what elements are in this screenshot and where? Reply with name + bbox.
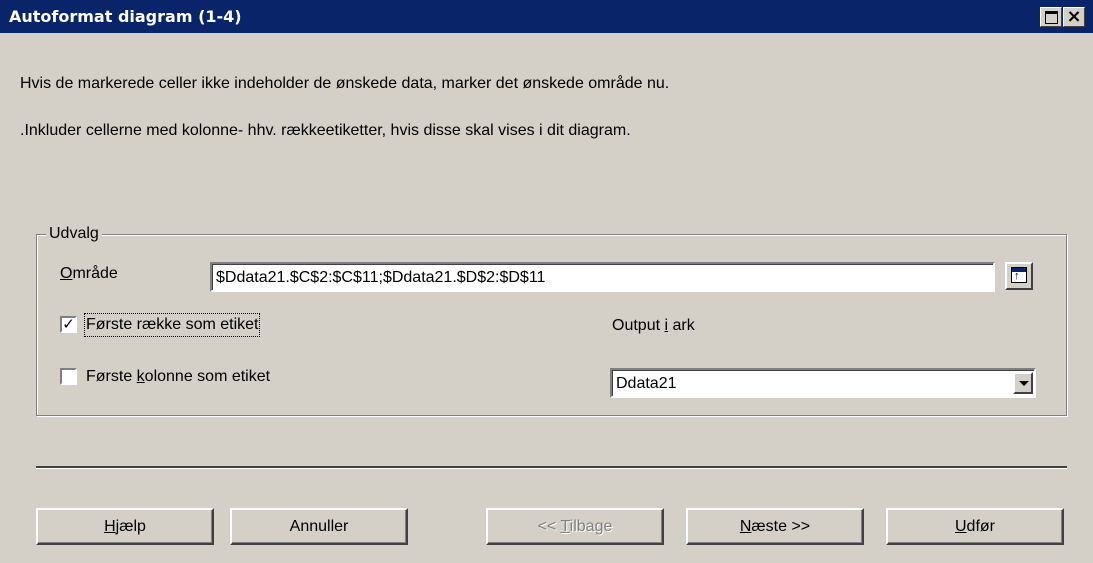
output-sheet-select[interactable]: Ddata21: [610, 368, 1036, 398]
output-sheet-label: Output i ark: [612, 317, 695, 334]
output-sheet-dropdown-button[interactable]: [1013, 372, 1033, 394]
shrink-button[interactable]: [1005, 262, 1033, 290]
checkmark-icon: ✓: [62, 315, 75, 333]
autoformat-dialog: Autoformat diagram (1-4) × Hvis de marke…: [0, 0, 1093, 563]
first-column-label[interactable]: Første kolonne som etiket: [86, 367, 270, 387]
shrink-icon: [1011, 267, 1027, 283]
next-button[interactable]: Næste >>: [686, 508, 864, 545]
back-button[interactable]: << Tilbage: [486, 508, 664, 545]
title-bar[interactable]: Autoformat diagram (1-4) ×: [0, 0, 1093, 33]
window-title: Autoformat diagram (1-4): [9, 7, 242, 26]
range-input[interactable]: $Ddata21.$C$2:$C$11;$Ddata21.$D$2:$D$11: [210, 262, 995, 292]
range-label: Område: [60, 265, 118, 282]
maximize-icon: [1045, 11, 1058, 24]
range-input-value: $Ddata21.$C$2:$C$11;$Ddata21.$D$2:$D$11: [216, 269, 546, 286]
maximize-button[interactable]: [1040, 7, 1062, 27]
help-button[interactable]: Hjælp: [36, 508, 214, 545]
first-row-checkbox[interactable]: ✓: [60, 315, 77, 333]
chevron-down-icon: [1019, 381, 1029, 386]
selection-group-label: Udvalg: [46, 224, 102, 244]
first-column-checkbox[interactable]: [60, 368, 77, 385]
instruction-line-2: .Inkluder cellerne med kolonne- hhv. ræk…: [20, 122, 631, 139]
cancel-button[interactable]: Annuller: [230, 508, 408, 545]
instruction-line-1: Hvis de markerede celler ikke indeholder…: [20, 75, 670, 92]
output-sheet-value: Ddata21: [616, 375, 677, 392]
finish-button[interactable]: Udfør: [886, 508, 1064, 545]
close-icon: ×: [1066, 6, 1082, 27]
close-button[interactable]: ×: [1063, 6, 1085, 27]
first-row-label[interactable]: Første række som etiket: [83, 313, 261, 337]
separator: [36, 466, 1067, 469]
